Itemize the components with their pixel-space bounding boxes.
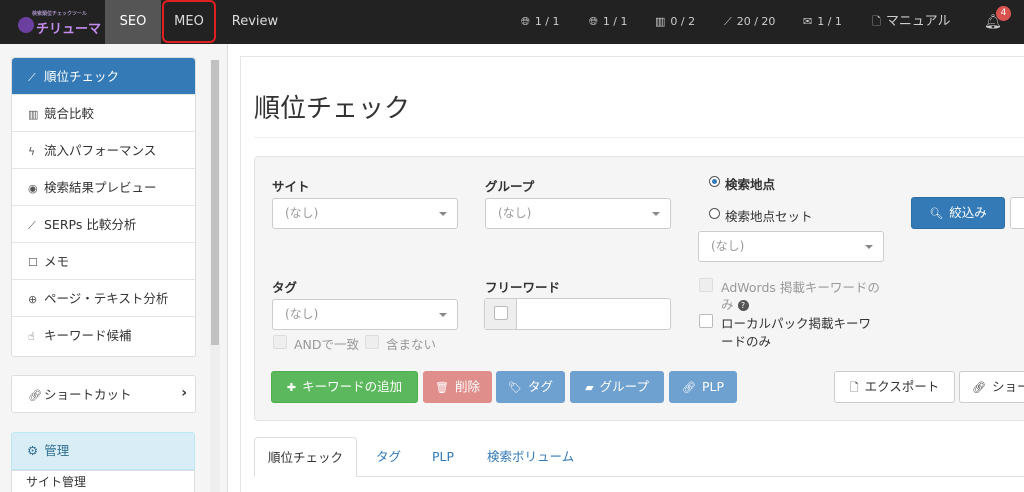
bar-chart-icon: ▥ — [655, 15, 666, 28]
sidebar-item-memo[interactable]: ☐ メモ — [12, 243, 195, 280]
stat-locations[interactable]: 🌐︎ 1 / 1 — [589, 13, 628, 31]
document-icon: 🗋︎ — [872, 15, 881, 28]
group-label: グループ — [485, 179, 535, 194]
tag-icon: 🏷︎ — [508, 381, 522, 394]
site-select[interactable]: (なし) — [272, 198, 458, 229]
tab-search-volume[interactable]: 検索ボリューム — [487, 437, 574, 477]
delete-button[interactable]: 🗑︎ 削除 — [423, 371, 492, 403]
tab-tag[interactable]: タグ — [376, 437, 401, 477]
site-label: サイト — [272, 179, 310, 194]
title-divider — [254, 137, 1024, 138]
stat-keywords[interactable]: ⟋ 20 / 20 — [724, 13, 775, 31]
app-logo[interactable]: 検索順位チェックツール チリューマ — [18, 8, 101, 37]
adwords-label-2: み ? — [721, 294, 749, 313]
location-set-radio[interactable] — [709, 208, 720, 219]
line-chart-icon: ⟋ — [28, 71, 36, 84]
globe-icon: 🌐︎ — [589, 15, 598, 28]
plp-button[interactable]: 🔗︎ PLP — [669, 371, 737, 403]
note-icon: ☐ — [28, 256, 38, 269]
freeword-addon — [485, 299, 517, 329]
tab-plp[interactable]: PLP — [432, 437, 454, 477]
group-select[interactable]: (なし) — [485, 198, 671, 229]
reset-button[interactable] — [1010, 197, 1024, 229]
sidebar-item-competitor[interactable]: ▥ 競合比較 — [12, 95, 195, 132]
caret-down-icon — [439, 313, 447, 317]
location-radio-label: 検索地点 — [725, 177, 776, 192]
caret-down-icon — [865, 245, 873, 249]
shortcut-panel[interactable]: 🔗︎ ショートカット › — [11, 375, 196, 413]
link-icon: 🔗︎ — [28, 389, 42, 402]
manage-header[interactable]: ⚙ 管理 — [11, 432, 195, 470]
stat-sites[interactable]: 🌐︎ 1 / 1 — [521, 13, 560, 31]
sidebar-item-preview[interactable]: ◉ 検索結果プレビュー — [12, 169, 195, 206]
sidebar-item-keyword-candidates[interactable]: ☝ キーワード候補 — [12, 317, 195, 354]
search-icon: 🔍︎ — [929, 207, 944, 220]
freeword-group — [484, 298, 671, 330]
location-select[interactable]: (なし) — [698, 231, 884, 262]
top-navbar: 検索順位チェックツール チリューマ SEO MEO Review 🌐︎ 1 / 1… — [0, 0, 1024, 44]
tag-button[interactable]: 🏷︎ タグ — [496, 371, 565, 403]
sidebar-menu: ⟋ 順位チェック ▥ 競合比較 ϟ 流入パフォーマンス ◉ 検索結果プレビュー ⟋ SER… — [11, 57, 196, 357]
tag-label: タグ — [272, 280, 298, 295]
and-match-checkbox[interactable] — [273, 335, 287, 349]
folder-icon: ▰ — [585, 381, 594, 394]
export-button[interactable]: 🗋︎ エクスポート — [834, 371, 955, 403]
comments-icon: ✉︎ — [803, 15, 813, 28]
sidebar-scroll-thumb[interactable] — [211, 60, 219, 345]
page-title: 順位チェック — [254, 94, 411, 124]
exclude-label: 含まない — [386, 337, 437, 352]
plus-icon: ✚ — [286, 381, 297, 394]
freeword-checkbox[interactable] — [494, 306, 508, 320]
gear-icon: ⚙ — [27, 443, 39, 458]
nav-tab-review[interactable]: Review — [222, 0, 288, 44]
sidebar-item-rank-check[interactable]: ⟋ 順位チェック — [12, 58, 195, 95]
localpack-label: ローカルパック掲載キーワ — [721, 316, 872, 331]
sidebar-item-page-analysis[interactable]: ⊕ ページ・テキスト分析 — [12, 280, 195, 317]
add-keyword-button[interactable]: ✚ キーワードの追加 — [271, 371, 418, 403]
globe-icon: 🌐︎ — [521, 15, 530, 28]
caret-down-icon — [439, 212, 447, 216]
tab-rank-check[interactable]: 順位チェック — [254, 437, 358, 477]
stat-competitors[interactable]: ▥ 0 / 2 — [655, 13, 695, 31]
and-match-label: ANDで一致 — [294, 337, 360, 352]
search-plus-icon: ⊕ — [28, 293, 38, 306]
freeword-label: フリーワード — [485, 280, 561, 295]
localpack-label-2: ードのみ — [721, 334, 772, 349]
stat-comments[interactable]: ✉︎ 1 / 1 — [803, 13, 842, 31]
localpack-checkbox[interactable] — [699, 314, 713, 328]
link-icon: 🔗︎ — [681, 381, 696, 394]
line-chart-icon: ⟋ — [28, 219, 36, 232]
logo-text: チリューマ — [36, 22, 102, 37]
question-icon[interactable]: ? — [737, 300, 749, 311]
chevron-right-icon: › — [181, 385, 187, 401]
location-set-radio-label: 検索地点セット — [725, 209, 813, 224]
caret-down-icon — [652, 212, 660, 216]
sidebar-item-site-manage[interactable]: サイト管理 — [11, 470, 195, 492]
link-icon: 🔗︎ — [972, 381, 986, 394]
logo-subtitle: 検索順位チェックツール — [32, 11, 88, 17]
adwords-checkbox[interactable] — [699, 278, 713, 292]
sidebar-item-traffic[interactable]: ϟ 流入パフォーマンス — [12, 132, 195, 169]
sidebar-item-serps[interactable]: ⟋ SERPs 比較分析 — [12, 206, 195, 243]
trash-icon: 🗑︎ — [435, 381, 449, 394]
line-chart-icon: ⟋ — [724, 15, 732, 28]
manual-link[interactable]: 🗋︎ マニュアル — [872, 13, 950, 31]
filter-button[interactable]: 🔍︎ 絞込み — [911, 197, 1005, 229]
bar-chart-icon: ▥ — [28, 108, 39, 121]
exclude-checkbox[interactable] — [365, 335, 379, 349]
location-radio[interactable] — [709, 176, 720, 187]
content-tabs — [254, 437, 1024, 477]
document-icon: 🗋︎ — [849, 381, 859, 394]
shortcut-button[interactable]: 🔗︎ ショー — [959, 371, 1024, 403]
shortcut-toggle[interactable]: 🔗︎ ショートカット — [12, 376, 195, 413]
eye-icon: ◉ — [28, 182, 38, 195]
group-button[interactable]: ▰ グループ — [570, 371, 664, 403]
highlight-box — [162, 0, 216, 43]
nav-tab-seo[interactable]: SEO — [105, 0, 161, 44]
thumbs-up-icon: ☝ — [28, 330, 35, 343]
tag-select[interactable]: (なし) — [272, 299, 458, 330]
notification-badge: 4 — [996, 6, 1011, 21]
logo-mark-icon — [18, 17, 34, 33]
bolt-icon: ϟ — [28, 145, 36, 158]
